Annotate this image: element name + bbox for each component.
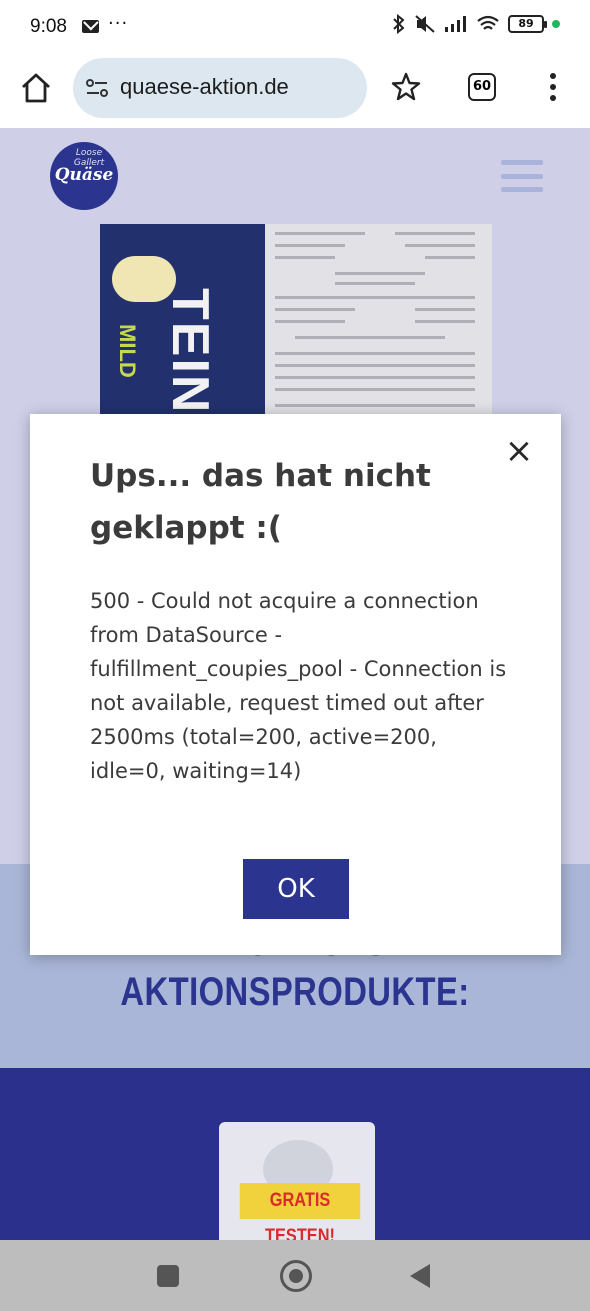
mute-icon: [415, 15, 435, 33]
browser-toolbar: quaese-aktion.de 60: [0, 56, 590, 128]
system-nav-bar: [0, 1240, 590, 1311]
recents-icon[interactable]: [157, 1265, 179, 1287]
product-package-image: TEIN MILD: [100, 224, 268, 424]
status-more-dots: ···: [108, 13, 129, 34]
battery-icon: 89: [508, 15, 547, 33]
star-icon[interactable]: [389, 70, 423, 104]
status-icons: 89: [392, 14, 560, 34]
product-badge: GRATIS TESTEN!: [239, 1183, 361, 1240]
dialog-title: Ups... das hat nicht geklappt :(: [90, 458, 431, 546]
more-vert-icon[interactable]: [544, 70, 562, 104]
back-icon[interactable]: [410, 1264, 430, 1288]
home-icon[interactable]: [18, 70, 54, 106]
privacy-indicator-dot: [552, 20, 560, 28]
bluetooth-icon: [393, 14, 405, 34]
site-settings-icon[interactable]: [85, 77, 109, 99]
logo-text: Quäse: [54, 165, 114, 185]
status-bar: 9:08 ··· 89: [0, 0, 590, 56]
ok-button[interactable]: OK: [243, 859, 349, 919]
dialog-message: 500 - Could not acquire a connection fro…: [90, 589, 507, 783]
address-bar[interactable]: quaese-aktion.de: [73, 58, 367, 118]
products-section: GRATIS TESTEN!: [0, 1068, 590, 1240]
promo-title: AKTIONSPRODUKTE:: [120, 970, 470, 1014]
receipt-photo: TEIN MILD: [100, 224, 492, 424]
error-dialog: × Ups... das hat nicht geklappt :( 500 -…: [30, 414, 561, 955]
receipt-image: [265, 224, 492, 424]
hamburger-menu-icon[interactable]: [501, 160, 543, 192]
package-sub-label: MILD: [115, 324, 140, 378]
tabs-icon[interactable]: 60: [468, 73, 496, 101]
home-circle-icon[interactable]: [280, 1260, 312, 1292]
url-text[interactable]: quaese-aktion.de: [120, 74, 289, 100]
mail-icon: [82, 20, 99, 33]
wifi-icon: [477, 15, 499, 30]
site-logo[interactable]: Loose Gallert Quäse: [50, 142, 118, 210]
status-time: 9:08: [30, 16, 67, 37]
signal-icon: [445, 16, 466, 32]
package-word: TEIN: [161, 288, 219, 415]
